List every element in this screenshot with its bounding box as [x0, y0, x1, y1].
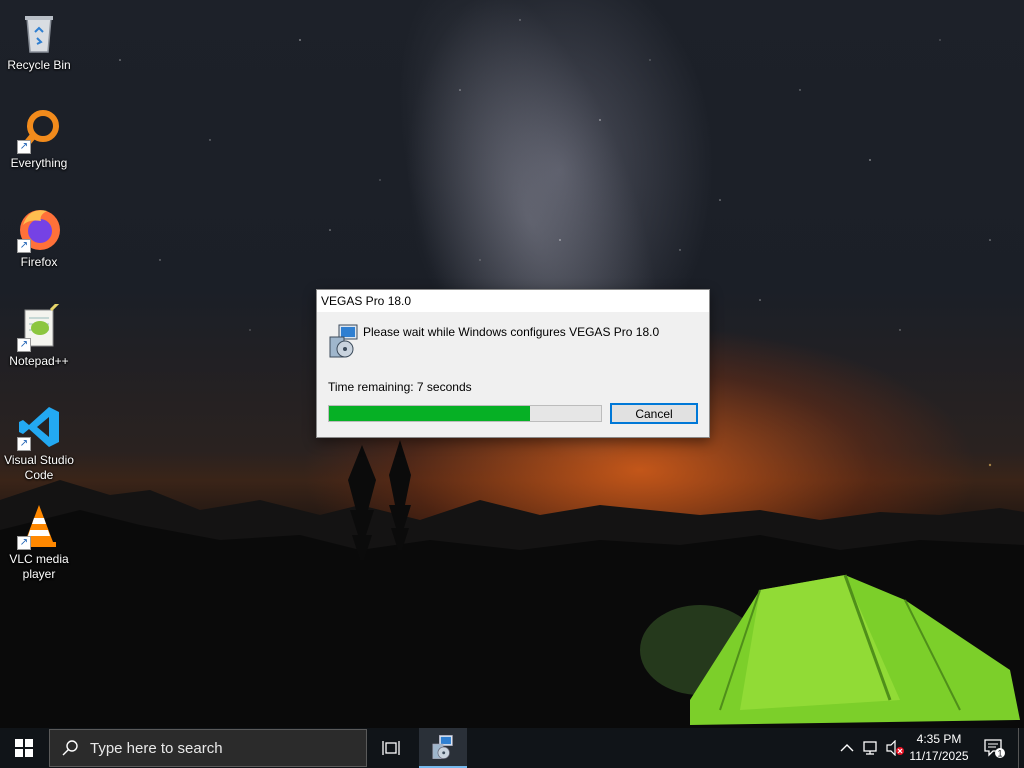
search-icon — [62, 740, 78, 756]
desktop-icon-recycle-bin[interactable]: Recycle Bin — [2, 8, 76, 73]
notepadpp-icon: ↗ — [15, 300, 63, 352]
notification-count: 1 — [997, 749, 1002, 759]
firefox-icon: ↗ — [15, 205, 63, 253]
desktop-icon-everything[interactable]: ↗ Everything — [2, 106, 76, 171]
windows-logo-icon — [15, 739, 33, 757]
installer-icon — [432, 735, 453, 759]
progress-fill — [329, 406, 531, 421]
desktop-icon-label: VLC media player — [9, 552, 69, 581]
dialog-message: Please wait while Windows configures VEG… — [363, 325, 660, 339]
shortcut-arrow-icon: ↗ — [17, 140, 31, 154]
taskbar: 4:35 PM 11/17/2025 1 — [0, 728, 1024, 768]
taskbar-app-installer[interactable] — [419, 728, 467, 768]
desktop-icon-notepadpp[interactable]: ↗ Notepad++ — [2, 300, 76, 369]
vlc-icon: ↗ — [15, 502, 63, 550]
installer-dialog: VEGAS Pro 18.0 Please wait while Windows… — [316, 289, 710, 438]
desktop-icon-label: Everything — [10, 156, 68, 170]
shortcut-arrow-icon: ↗ — [17, 437, 31, 451]
start-button[interactable] — [0, 728, 48, 768]
search-input[interactable] — [88, 738, 352, 758]
show-hidden-icons-button[interactable] — [836, 728, 858, 768]
desktop-icon-label: Recycle Bin — [7, 58, 71, 72]
dialog-title: VEGAS Pro 18.0 — [317, 290, 709, 312]
action-center-button[interactable]: 1 — [978, 728, 1010, 768]
everything-search-icon: ↗ — [15, 106, 63, 154]
time-remaining-label: Time remaining: 7 seconds — [328, 380, 472, 394]
shortcut-arrow-icon: ↗ — [17, 536, 31, 550]
volume-muted-icon — [886, 740, 904, 756]
task-view-button[interactable] — [371, 728, 413, 768]
show-desktop-button[interactable] — [1018, 728, 1024, 768]
shortcut-arrow-icon: ↗ — [17, 338, 31, 352]
shortcut-arrow-icon: ↗ — [17, 239, 31, 253]
vscode-icon: ↗ — [15, 403, 63, 451]
taskbar-clock[interactable]: 4:35 PM 11/17/2025 — [903, 728, 975, 768]
chevron-up-icon — [840, 744, 854, 752]
notification-icon: 1 — [984, 739, 1005, 759]
clock-time: 4:35 PM — [916, 732, 962, 746]
recycle-bin-icon — [15, 8, 63, 56]
taskbar-search[interactable] — [49, 729, 367, 767]
cancel-button[interactable]: Cancel — [610, 403, 698, 424]
desktop-icon-label: Visual Studio Code — [4, 453, 74, 482]
desktop-icon-label: Firefox — [20, 255, 58, 269]
network-icon — [863, 741, 877, 755]
desktop-icon-vlc[interactable]: ↗ VLC media player — [2, 502, 76, 582]
installer-icon — [327, 323, 361, 359]
task-view-icon — [382, 741, 400, 755]
desktop-icon-firefox[interactable]: ↗ Firefox — [2, 205, 76, 270]
desktop-icon-label: Notepad++ — [9, 354, 69, 368]
desktop-icon-vscode[interactable]: ↗ Visual Studio Code — [2, 403, 76, 483]
clock-date: 11/17/2025 — [909, 749, 969, 763]
progress-bar — [328, 405, 602, 422]
network-button[interactable] — [860, 728, 882, 768]
